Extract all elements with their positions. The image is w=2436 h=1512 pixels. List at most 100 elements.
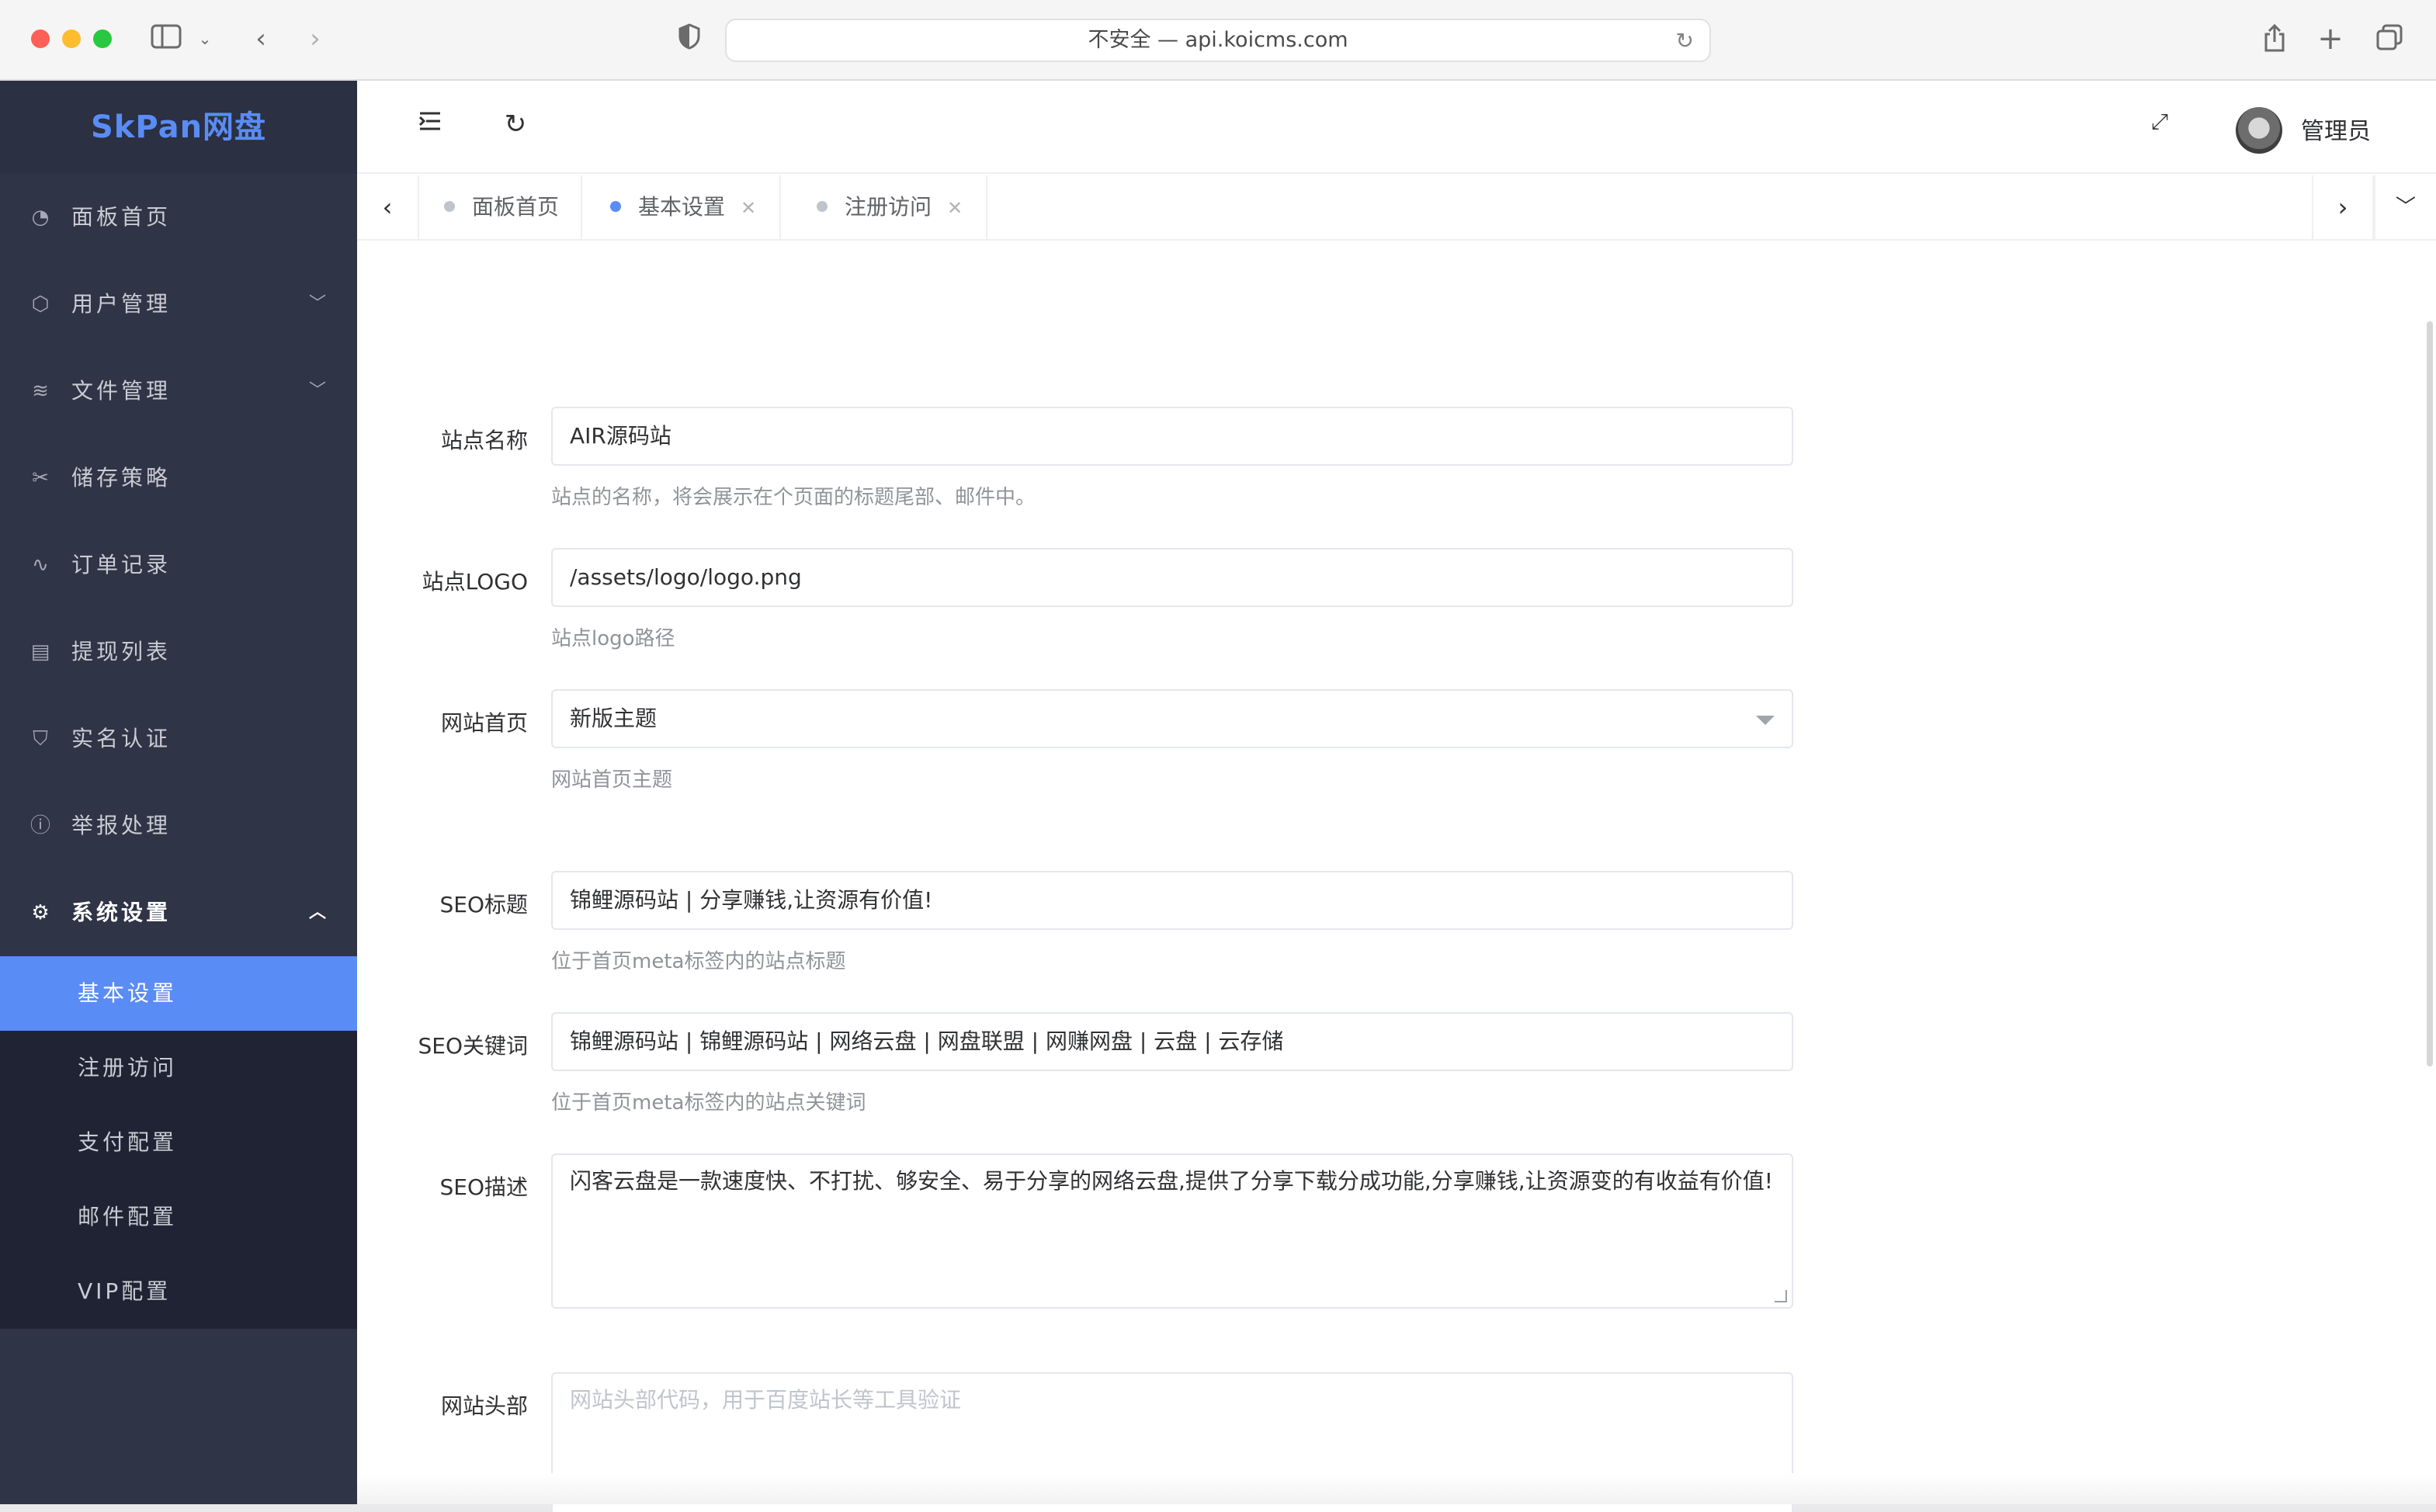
tools-icon: ✂ xyxy=(32,466,52,490)
sidebar-subitem-basic-settings[interactable]: 基本设置 xyxy=(0,956,357,1031)
share-icon[interactable] xyxy=(2259,23,2290,54)
close-window-button[interactable] xyxy=(31,29,50,48)
sidebar-item-storage[interactable]: ✂ 储存策略 xyxy=(0,435,357,522)
site-logo-help: 站点logo路径 xyxy=(551,627,675,650)
brand-logo[interactable]: SkPan网盘 xyxy=(0,81,357,174)
cube-icon: ⬡ xyxy=(31,293,53,316)
dropdown-caret-icon xyxy=(1756,716,1775,725)
pulse-icon: ∿ xyxy=(32,553,52,577)
sidebar-item-reports[interactable]: ⓘ 举报处理 xyxy=(0,782,357,869)
clipboard-icon: ▤ xyxy=(30,640,54,664)
sidebar-item-system-settings[interactable]: ⚙ 系统设置 ︿ xyxy=(0,869,357,956)
sidebar-subitem-email[interactable]: 邮件配置 xyxy=(0,1180,357,1254)
sidebar-item-label: 系统设置 xyxy=(71,900,172,925)
layers-icon: ≋ xyxy=(32,380,52,403)
seo-description-label: SEO描述 xyxy=(439,1174,528,1200)
sidebar-item-label: 文件管理 xyxy=(71,378,172,404)
fullscreen-icon[interactable]: ⤢ xyxy=(2141,109,2178,135)
chevron-up-icon: ︿ xyxy=(308,903,329,922)
sidebar-item-label: 举报处理 xyxy=(71,813,172,838)
info-icon: ⓘ xyxy=(29,814,54,837)
sidebar-item-label: 订单记录 xyxy=(71,552,172,577)
chevron-down-icon: ﹀ xyxy=(308,381,329,401)
page-scrollbar[interactable] xyxy=(2427,321,2433,1066)
tab-dashboard[interactable]: 面板首页 xyxy=(419,175,583,239)
seo-keywords-input[interactable]: 锦鲤源码站 | 锦鲤源码站 | 网络云盘 | 网盘联盟 | 网赚网盘 | 云盘 … xyxy=(551,1012,1793,1071)
bottom-fade xyxy=(357,1473,2436,1504)
sidebar-item-users[interactable]: ⬡ 用户管理 ﹀ xyxy=(0,261,357,348)
seo-description-text: 闪客云盘是一款速度快、不打扰、够安全、易于分享的网络云盘,提供了分享下载分成功能… xyxy=(570,1168,1773,1194)
address-bar[interactable]: 不安全 — api.koicms.com ↻ xyxy=(725,19,1711,62)
site-name-input[interactable]: AIR源码站 xyxy=(551,407,1793,466)
minimize-window-button[interactable] xyxy=(62,29,81,48)
sidebar-subitem-registration[interactable]: 注册访问 xyxy=(0,1031,357,1105)
seo-keywords-help: 位于首页meta标签内的站点关键词 xyxy=(551,1091,866,1115)
sidebar-item-label: 提现列表 xyxy=(71,639,172,664)
tab-status-dot xyxy=(444,201,455,212)
site-name-label: 站点名称 xyxy=(440,428,528,453)
main-content: ↻ ⤢ 管理员 ‹ 面板首页 基本设置 ✕ 注册访问 ✕ › ﹀ 站点名称 AIR源… xyxy=(357,81,2436,1512)
system-settings-submenu: 基本设置 注册访问 支付配置 邮件配置 VIP配置 xyxy=(0,956,357,1329)
avatar[interactable] xyxy=(2236,107,2282,154)
tab-basic-settings[interactable]: 基本设置 ✕ xyxy=(585,175,782,239)
reload-icon[interactable]: ↻ xyxy=(1676,28,1694,54)
sidebar-subitem-payment[interactable]: 支付配置 xyxy=(0,1105,357,1180)
sidebar-toggle-icon[interactable] xyxy=(149,23,183,54)
tab-registration[interactable]: 注册访问 ✕ xyxy=(792,175,988,239)
close-icon[interactable]: ✕ xyxy=(741,197,756,219)
sidebar-item-label: 储存策略 xyxy=(71,465,172,491)
site-logo-input[interactable]: /assets/logo/logo.png xyxy=(551,548,1793,607)
sidebar-item-dashboard[interactable]: ◔ 面板首页 xyxy=(0,174,357,261)
url-text: 不安全 — api.koicms.com xyxy=(1088,28,1348,52)
tab-label: 面板首页 xyxy=(472,194,560,220)
browser-titlebar: ⌄ ‹ › 不安全 — api.koicms.com ↻ + xyxy=(0,0,2436,81)
dashboard-icon: ◔ xyxy=(31,206,53,229)
gear-icon: ⚙ xyxy=(31,901,53,924)
sidebar: SkPan网盘 ◔ 面板首页 ⬡ 用户管理 ﹀ ≋ 文件管理 ﹀ ✂ 储存策略 … xyxy=(0,81,357,1504)
top-header: ↻ ⤢ 管理员 xyxy=(357,81,2436,174)
sidebar-subitem-vip[interactable]: VIP配置 xyxy=(0,1254,357,1329)
seo-title-input[interactable]: 锦鲤源码站 | 分享赚钱,让资源有价值! xyxy=(551,871,1793,930)
collapse-menu-icon[interactable] xyxy=(411,109,449,140)
back-icon[interactable]: ‹ xyxy=(247,23,275,54)
resize-handle-icon[interactable] xyxy=(1775,1290,1787,1302)
chevron-down-icon: ﹀ xyxy=(308,294,329,314)
homepage-help: 网站首页主题 xyxy=(551,768,673,792)
shield-icon: ⛉ xyxy=(33,727,51,751)
site-name-help: 站点的名称，将会展示在个页面的标题尾部、邮件中。 xyxy=(551,486,1036,509)
tabs-scroll-right-icon[interactable]: › xyxy=(2312,175,2374,239)
site-logo-label: 站点LOGO xyxy=(422,569,528,595)
site-header-placeholder: 网站头部代码，用于百度站长等工具验证 xyxy=(570,1387,962,1413)
tabs-scroll-left-icon[interactable]: ‹ xyxy=(357,175,419,239)
sidebar-item-withdrawals[interactable]: ▤ 提现列表 xyxy=(0,609,357,695)
sidebar-item-orders[interactable]: ∿ 订单记录 xyxy=(0,522,357,609)
tab-label: 注册访问 xyxy=(845,194,932,220)
refresh-icon[interactable]: ↻ xyxy=(497,109,534,140)
seo-keywords-label: SEO关键词 xyxy=(418,1033,528,1059)
zoom-window-button[interactable] xyxy=(93,29,112,48)
sidebar-item-files[interactable]: ≋ 文件管理 ﹀ xyxy=(0,348,357,435)
tab-status-dot xyxy=(610,201,621,212)
chevron-down-icon[interactable]: ⌄ xyxy=(196,23,214,54)
tab-status-dot xyxy=(817,201,828,212)
forward-icon[interactable]: › xyxy=(301,23,329,54)
new-tab-icon[interactable]: + xyxy=(2315,23,2346,54)
homepage-selected-value: 新版主题 xyxy=(570,706,658,731)
sidebar-item-label: 用户管理 xyxy=(71,291,172,317)
tab-overview-icon[interactable] xyxy=(2374,23,2405,54)
tabs-menu-chevron-down-icon[interactable]: ﹀ xyxy=(2374,175,2436,239)
sidebar-item-label: 面板首页 xyxy=(71,204,172,230)
site-header-label: 网站头部 xyxy=(440,1393,528,1419)
privacy-shield-icon[interactable] xyxy=(674,23,705,54)
tabs-bar: ‹ 面板首页 基本设置 ✕ 注册访问 ✕ › ﹀ xyxy=(357,175,2436,241)
seo-description-textarea[interactable]: 闪客云盘是一款速度快、不打扰、够安全、易于分享的网络云盘,提供了分享下载分成功能… xyxy=(551,1153,1793,1309)
homepage-select[interactable]: 新版主题 xyxy=(551,689,1793,748)
tab-label: 基本设置 xyxy=(638,194,726,220)
seo-title-label: SEO标题 xyxy=(439,892,528,917)
seo-title-help: 位于首页meta标签内的站点标题 xyxy=(551,950,846,973)
sidebar-item-verification[interactable]: ⛉ 实名认证 xyxy=(0,695,357,782)
homepage-label: 网站首页 xyxy=(440,710,528,736)
sidebar-item-label: 实名认证 xyxy=(71,726,172,751)
close-icon[interactable]: ✕ xyxy=(947,197,963,219)
username[interactable]: 管理员 xyxy=(2301,112,2371,146)
